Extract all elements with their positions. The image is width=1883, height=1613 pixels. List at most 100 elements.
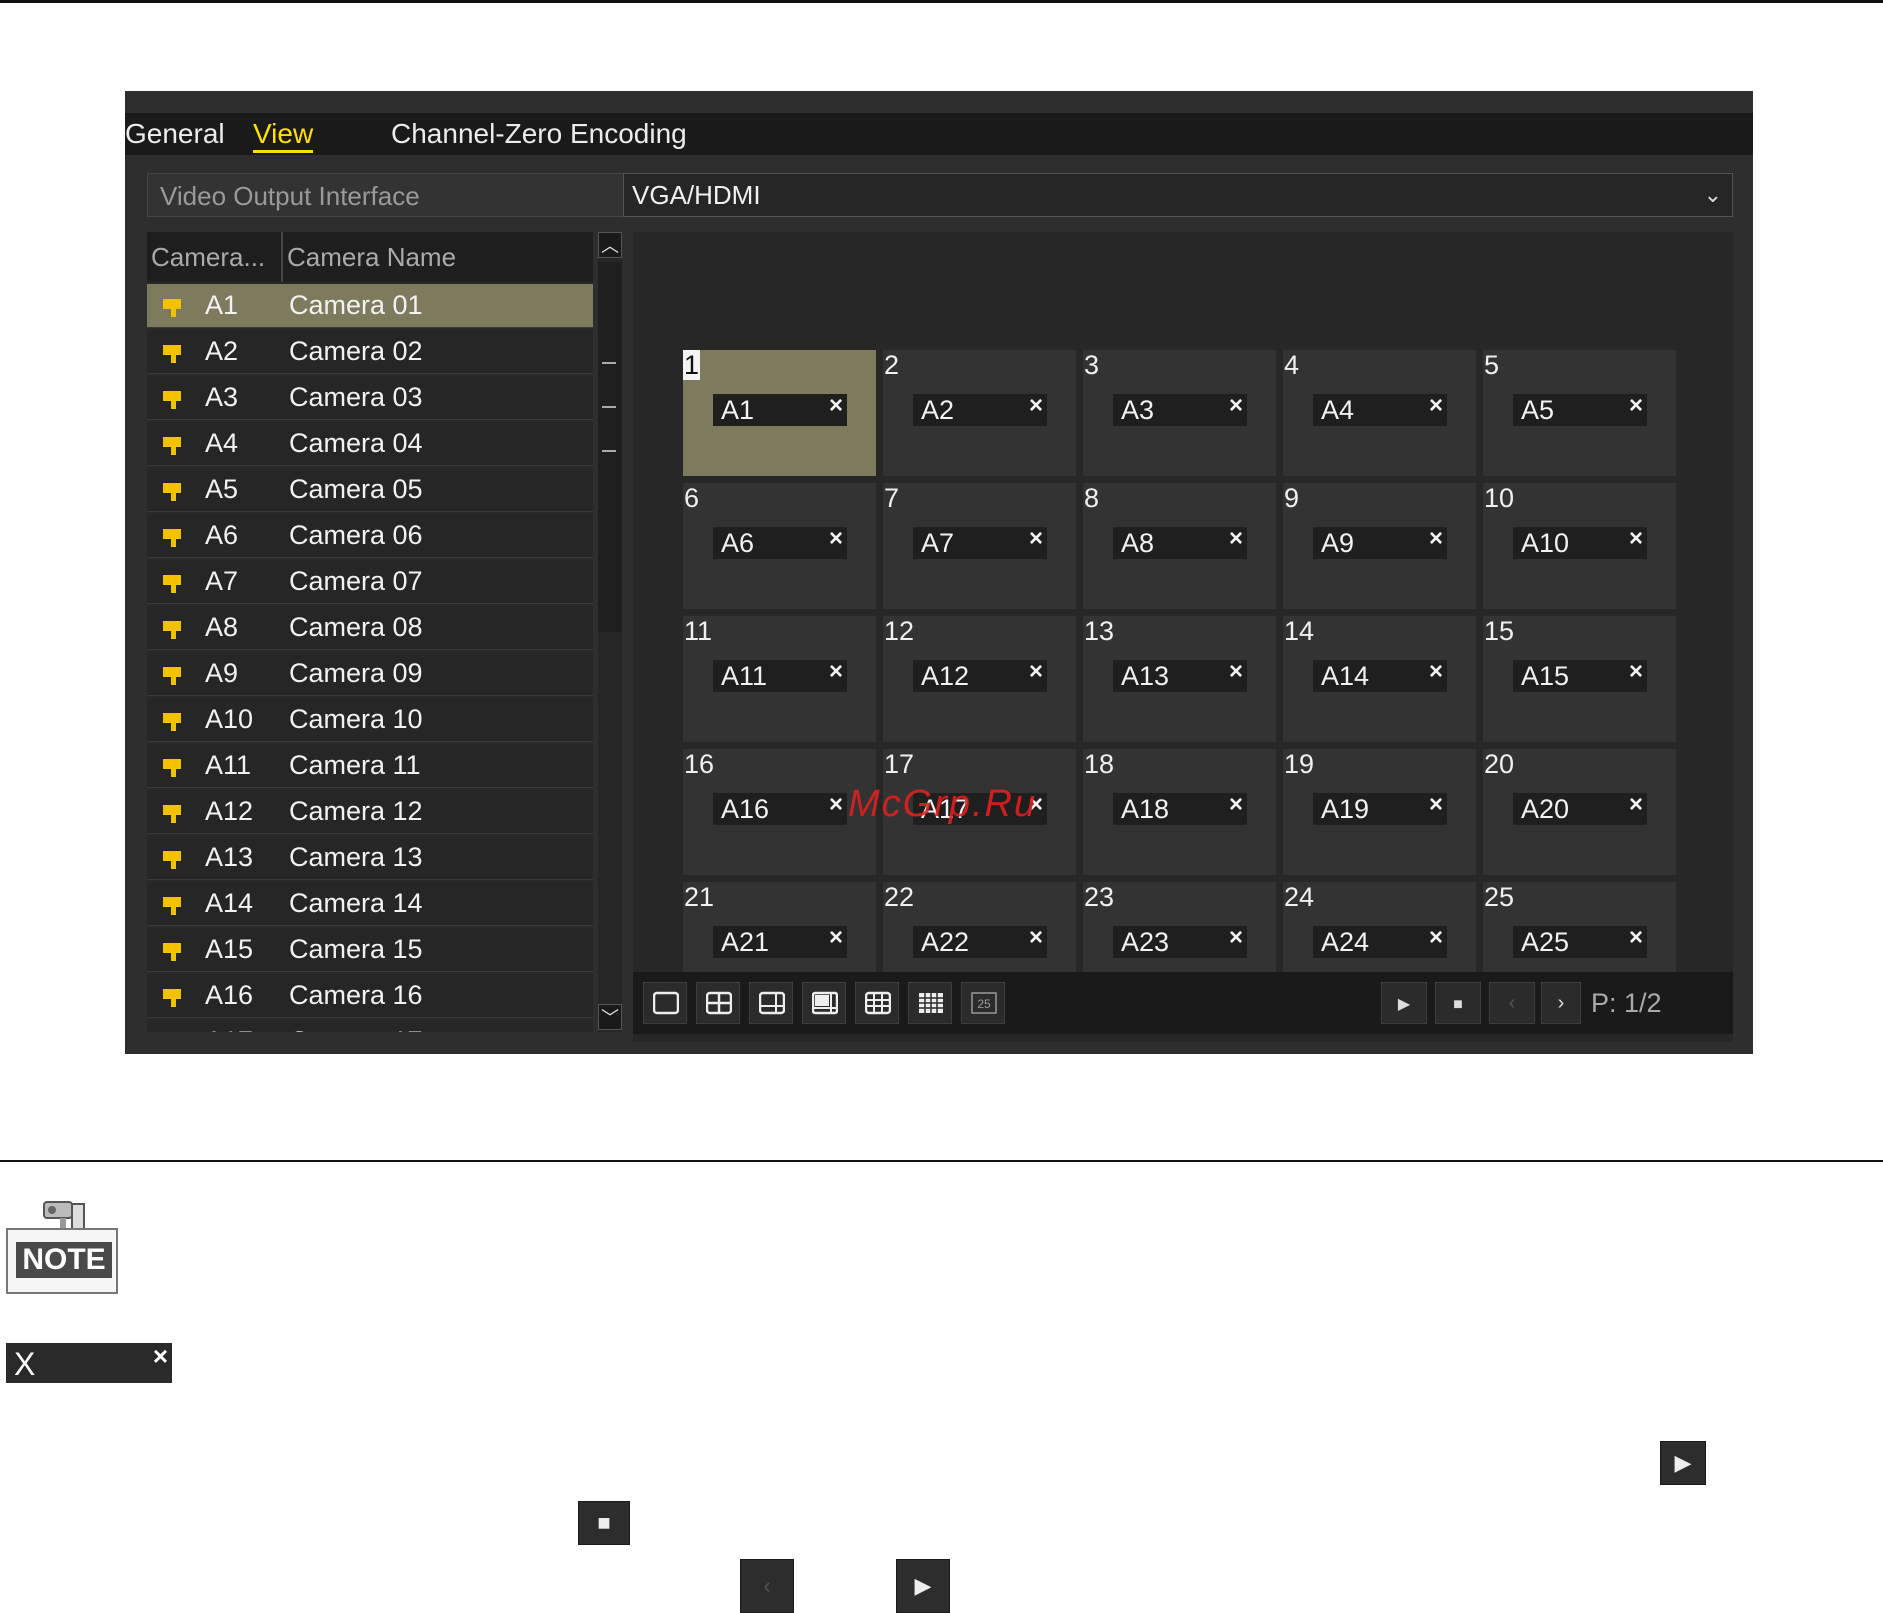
section-rule [0,1160,1883,1162]
layout-4-button[interactable] [696,982,740,1024]
camera-icon [163,897,185,915]
camera-tag-text: A16 [721,794,770,824]
camera-id: A7 [205,566,239,596]
layout-9-button[interactable] [855,982,899,1024]
remove-camera-icon[interactable]: × [1629,656,1643,688]
tab-view[interactable]: View [253,113,314,155]
remove-camera-icon[interactable]: × [1629,523,1643,555]
layout-6-button[interactable] [749,982,793,1024]
camera-list-row[interactable]: A16 Camera 16 [147,974,593,1018]
remove-camera-icon[interactable]: × [1229,390,1243,422]
remove-camera-icon[interactable]: × [1229,789,1243,821]
camera-list-row[interactable]: A4 Camera 04 [147,422,593,466]
camera-list-row[interactable]: A3 Camera 03 [147,376,593,420]
previous-page-button[interactable]: ‹ [1489,982,1535,1024]
camera-list-row[interactable]: A11 Camera 11 [147,744,593,788]
window-cell[interactable]: 3 A3 × [1083,350,1276,476]
column-header-camera[interactable]: Camera... [151,232,283,282]
camera-id: A2 [205,336,239,366]
window-cell[interactable]: 20 A20 × [1483,749,1676,875]
stop-sequence-button[interactable]: ■ [1435,982,1481,1024]
play-sequence-button[interactable]: ▶ [1381,982,1427,1024]
window-cell[interactable]: 11 A11 × [683,616,876,742]
window-cell[interactable]: 5 A5 × [1483,350,1676,476]
camera-list-row[interactable]: A9 Camera 09 [147,652,593,696]
layout-25-button[interactable]: 25 [961,982,1005,1024]
remove-camera-icon[interactable]: × [1029,390,1043,422]
window-cell[interactable]: 10 A10 × [1483,483,1676,609]
remove-camera-icon[interactable]: × [1229,523,1243,555]
tab-general[interactable]: General [125,113,225,155]
window-cell[interactable]: 18 A18 × [1083,749,1276,875]
camera-tag-text: A23 [1121,927,1170,957]
camera-list-row[interactable]: A14 Camera 14 [147,882,593,926]
camera-icon [163,437,185,455]
next-page-button[interactable]: › [1541,982,1581,1024]
remove-camera-icon[interactable]: × [1429,922,1443,954]
remove-camera-icon[interactable]: × [1629,922,1643,954]
window-cell[interactable]: 14 A14 × [1283,616,1476,742]
remove-camera-icon[interactable]: × [829,789,843,821]
window-cell[interactable]: 8 A8 × [1083,483,1276,609]
camera-list-row[interactable]: A2 Camera 02 [147,330,593,374]
remove-camera-icon[interactable]: × [1629,789,1643,821]
camera-name: Camera 17 [289,1020,423,1032]
stop-button-sample: ■ [578,1501,630,1545]
camera-list-row[interactable]: A10 Camera 10 [147,698,593,742]
layout-16-button[interactable] [908,982,952,1024]
camera-name: Camera 06 [289,520,423,550]
remove-camera-icon[interactable]: × [1629,390,1643,422]
remove-camera-icon[interactable]: × [1429,523,1443,555]
remove-camera-icon[interactable]: × [829,523,843,555]
remove-camera-icon[interactable]: × [1429,789,1443,821]
window-cell[interactable]: 15 A15 × [1483,616,1676,742]
remove-camera-icon[interactable]: × [1229,922,1243,954]
remove-camera-icon[interactable]: × [829,922,843,954]
scroll-down-button[interactable]: ﹀ [598,1004,622,1030]
camera-list-row[interactable]: A12 Camera 12 [147,790,593,834]
camera-list-row[interactable]: A17 Camera 17 [147,1020,593,1032]
window-cell[interactable]: 6 A6 × [683,483,876,609]
remove-camera-icon[interactable]: × [1429,656,1443,688]
layout-1-button[interactable] [643,982,687,1024]
window-cell[interactable]: 7 A7 × [883,483,1076,609]
camera-list-row[interactable]: A1 Camera 01 [147,284,593,328]
camera-list-row[interactable]: A8 Camera 08 [147,606,593,650]
remove-camera-icon[interactable]: × [1029,523,1043,555]
camera-list-scrollbar[interactable]: ︿ ﹀ [598,232,622,1032]
camera-list-row[interactable]: A15 Camera 15 [147,928,593,972]
remove-camera-icon[interactable]: × [829,656,843,688]
remove-camera-icon[interactable]: × [1029,656,1043,688]
camera-tag-text: A11 [721,661,768,691]
column-header-camera-name[interactable]: Camera Name [287,232,456,282]
remove-camera-icon[interactable]: × [1429,390,1443,422]
window-cell[interactable]: 9 A9 × [1283,483,1476,609]
scroll-thumb[interactable] [598,262,622,632]
camera-list-row[interactable]: A6 Camera 06 [147,514,593,558]
video-output-interface-select[interactable]: VGA/HDMI ⌄ [623,173,1733,217]
camera-name: Camera 15 [289,934,423,964]
remove-camera-icon[interactable]: × [829,390,843,422]
window-number: 6 [684,483,700,513]
note-icon: NOTE [6,1200,120,1296]
camera-id: A17 [205,1020,253,1032]
camera-list-row[interactable]: A5 Camera 05 [147,468,593,512]
camera-list-row[interactable]: A7 Camera 07 [147,560,593,604]
remove-camera-icon[interactable]: × [1229,656,1243,688]
scroll-up-button[interactable]: ︿ [598,232,622,258]
camera-list-row[interactable]: A13 Camera 13 [147,836,593,880]
tab-channel-zero-encoding[interactable]: Channel-Zero Encoding [391,113,687,155]
remove-camera-icon[interactable]: × [1029,922,1043,954]
window-cell[interactable]: 13 A13 × [1083,616,1276,742]
window-cell[interactable]: 1 A1 × [683,350,876,476]
window-cell[interactable]: 12 A12 × [883,616,1076,742]
layout-8-button[interactable] [802,982,846,1024]
window-cell[interactable]: 19 A19 × [1283,749,1476,875]
chevron-down-icon: ⌄ [1703,182,1722,207]
window-number: 4 [1284,350,1300,380]
window-number: 3 [1084,350,1100,380]
next-button-sample: ▶ [896,1559,950,1613]
window-cell[interactable]: 2 A2 × [883,350,1076,476]
window-cell[interactable]: 4 A4 × [1283,350,1476,476]
view-settings-window: General View Channel-Zero Encoding Video… [125,91,1753,1054]
